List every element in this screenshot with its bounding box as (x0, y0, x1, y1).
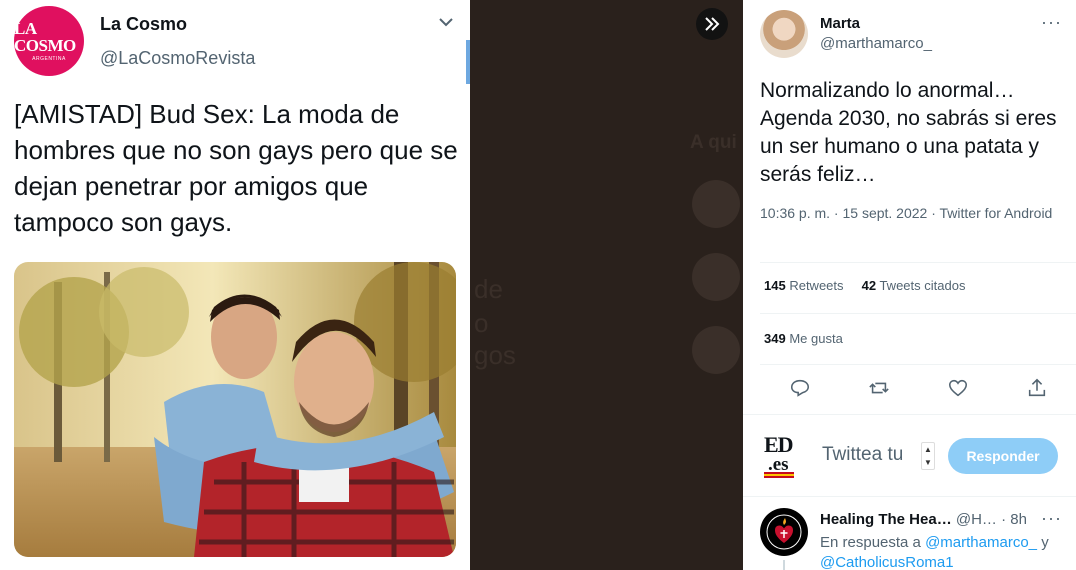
tweet-text: [AMISTAD] Bud Sex: La moda de hombres qu… (14, 99, 458, 237)
flag-stripe (764, 472, 794, 478)
stepper-up-icon[interactable]: ▲ (922, 443, 934, 456)
faint-heading: A qui (690, 132, 737, 153)
ed-logo-top: ED (764, 432, 794, 457)
la-cosmo-avatar[interactable]: LA COSMO ARGENTINA (14, 6, 84, 76)
expand-button[interactable] (696, 8, 728, 40)
tweet-photo[interactable] (14, 262, 456, 557)
likes-stats[interactable]: 349 Me gusta (764, 331, 843, 346)
tweet-detail-panel: Marta @marthamarco_ ··· Normalizando lo … (743, 0, 1076, 570)
mention-link-1[interactable]: @marthamarco_ (925, 534, 1037, 551)
faint-avatar-2 (692, 253, 740, 301)
left-tweet-panel: LA COSMO ARGENTINA La Cosmo @LaCosmoRevi… (0, 0, 470, 570)
tweet-timestamp[interactable]: 10:36 p. m. · 15 sept. 2022 · Twitter fo… (760, 203, 1060, 223)
divider (760, 364, 1076, 365)
divider (760, 262, 1076, 263)
author-handle[interactable]: @LaCosmoRevista (100, 48, 255, 69)
double-chevron-right-icon (705, 17, 720, 31)
reply-icon[interactable] (788, 376, 812, 400)
author-name[interactable]: Marta (820, 15, 860, 32)
tweet-actions (760, 372, 1076, 404)
heart-flame-icon (766, 514, 802, 550)
author-handle[interactable]: @marthamarco_ (820, 35, 932, 52)
like-icon[interactable] (946, 376, 970, 400)
divider (743, 496, 1076, 497)
healing-avatar[interactable] (760, 508, 808, 556)
stepper-down-icon[interactable]: ▼ (922, 456, 934, 469)
ed-es-avatar[interactable]: ED .es (764, 434, 804, 478)
reply-button[interactable]: Responder (948, 438, 1058, 474)
quotes-count: 42 (861, 278, 877, 293)
reply-time: · 8h (1001, 511, 1027, 528)
input-stepper[interactable]: ▲ ▼ (921, 442, 935, 470)
retweet-quote-stats[interactable]: 145 Retweets 42 Tweets citados (764, 278, 965, 293)
faint-text-1: de (474, 274, 503, 304)
chevron-down-icon[interactable] (436, 12, 456, 32)
divider (743, 414, 1076, 415)
likes-count: 349 (764, 331, 786, 346)
avatar-logo-sub: ARGENTINA (32, 56, 66, 62)
reply-header[interactable]: Healing The Hea… @H… · 8h (820, 511, 1027, 528)
thread-line (783, 560, 785, 570)
more-options-icon[interactable]: ··· (1041, 508, 1062, 529)
reply-input[interactable]: Twittea tu (822, 444, 903, 466)
likes-label: Me gusta (789, 331, 843, 346)
in-reply-prefix: En respuesta a (820, 534, 921, 551)
avatar-logo-main: LA COSMO (14, 19, 76, 55)
faint-text-3: gos (474, 340, 516, 370)
more-options-icon[interactable]: ··· (1041, 12, 1062, 33)
retweet-icon[interactable] (867, 376, 891, 400)
in-reply-to: En respuesta a @marthamarco_ y @Catholic… (820, 533, 1070, 570)
marta-avatar[interactable] (760, 10, 808, 58)
dimmed-background-panel: A qui de o gos (470, 0, 743, 570)
quotes-label: Tweets citados (879, 278, 966, 293)
faint-avatar-3 (692, 326, 740, 374)
retweets-count: 145 (764, 278, 786, 293)
retweets-label: Retweets (789, 278, 844, 293)
reply-composer: ED .es Twittea tu ▲ ▼ Responder (743, 420, 1076, 496)
author-name[interactable]: La Cosmo (100, 14, 187, 35)
reply-author-name: Healing The Hea… (820, 511, 952, 528)
divider (760, 313, 1076, 314)
faint-text-2: o (474, 308, 489, 338)
mention-link-2[interactable]: @CatholicusRoma1 (820, 554, 954, 570)
faint-avatar-1 (692, 180, 740, 228)
reply-author-handle: @H… (955, 511, 997, 528)
in-reply-conj: y (1041, 534, 1049, 551)
tweet-text: Normalizando lo anormal… Agenda 2030, no… (760, 79, 1057, 186)
share-icon[interactable] (1025, 376, 1049, 400)
